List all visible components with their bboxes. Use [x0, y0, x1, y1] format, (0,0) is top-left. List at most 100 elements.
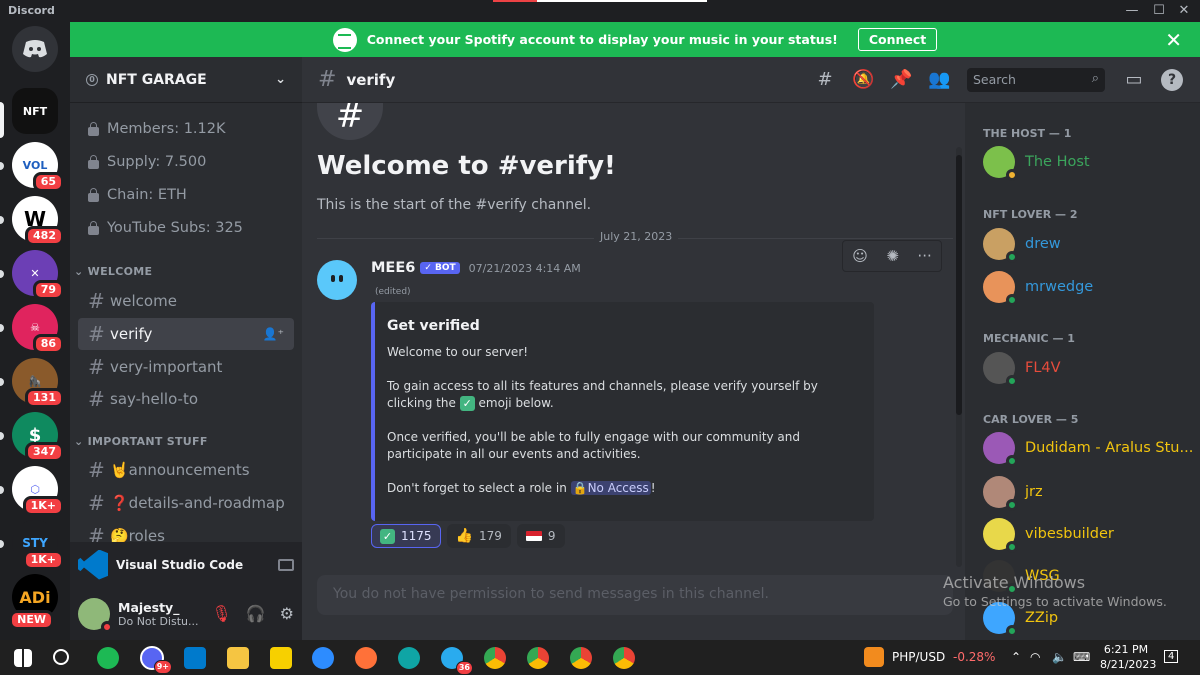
hash-icon: #	[88, 387, 105, 411]
avatar[interactable]	[78, 597, 113, 633]
spotify-icon[interactable]	[97, 647, 119, 669]
avatar[interactable]	[317, 260, 357, 300]
super-reaction-icon[interactable]: ✺	[886, 247, 899, 265]
server-skull[interactable]: ☠ 86	[12, 304, 64, 354]
maximize-icon[interactable]: ☐	[1147, 2, 1171, 20]
firefox-icon[interactable]	[355, 647, 377, 669]
currency-widget-icon[interactable]	[864, 647, 884, 667]
reaction-thumbs-up[interactable]: 👍 179	[446, 524, 511, 548]
chevron-up-icon[interactable]: ⌃	[1011, 650, 1021, 664]
channel-very-important[interactable]: # very-important	[78, 351, 294, 383]
online-status-icon	[1006, 625, 1018, 637]
sticky-notes-icon[interactable]	[270, 647, 292, 669]
server-dollar[interactable]: $347	[12, 412, 64, 462]
server-x[interactable]: ✕ 79	[12, 250, 64, 300]
role-mention[interactable]: 🔒No Access	[570, 481, 651, 495]
chrome-icon[interactable]	[484, 647, 506, 669]
channel-label: welcome	[110, 292, 177, 310]
channel-details-and-roadmap[interactable]: # ❓details-and-roadmap	[78, 487, 294, 519]
server-nft-garage[interactable]: NFT	[12, 88, 58, 134]
threads-icon[interactable]: #	[814, 69, 836, 91]
member-item[interactable]: drew	[983, 228, 1061, 263]
help-icon[interactable]: ?	[1161, 69, 1183, 91]
headphones-icon[interactable]: 🎧	[246, 604, 266, 623]
stat-channel[interactable]: Supply: 7.500	[88, 154, 206, 170]
channel-welcome[interactable]: # welcome	[78, 285, 294, 317]
search-icon[interactable]	[53, 649, 69, 665]
close-icon[interactable]: ✕	[1165, 28, 1182, 52]
more-icon[interactable]: ···	[917, 247, 931, 265]
category-welcome[interactable]: ⌄ WELCOME	[74, 265, 152, 278]
discord-home-icon[interactable]	[12, 26, 58, 72]
scrollbar[interactable]	[956, 147, 962, 567]
member-item[interactable]: The Host	[983, 146, 1090, 181]
channel-announcements[interactable]: # 🤘announcements	[78, 454, 294, 486]
currency-label[interactable]: PHP/USD	[892, 650, 945, 664]
category-important-stuff[interactable]: ⌄ IMPORTANT STUFF	[74, 435, 208, 448]
embed-title: Get verified	[387, 318, 480, 334]
server-w[interactable]: W 482	[12, 196, 64, 246]
member-name: drew	[1025, 236, 1061, 252]
wifi-icon[interactable]: ◠	[1030, 650, 1040, 664]
member-group-title: NFT LOVER — 2	[983, 208, 1078, 221]
server-ape[interactable]: 🦍 131	[12, 358, 64, 408]
connect-button[interactable]: Connect	[857, 28, 938, 51]
category-label: WELCOME	[87, 265, 153, 278]
notifications-icon[interactable]: 4	[1164, 650, 1179, 663]
member-item[interactable]: Dudidam - Aralus Stu...	[983, 432, 1193, 467]
chrome-icon[interactable]	[570, 647, 592, 669]
activity-panel[interactable]: Visual Studio Code	[70, 542, 302, 587]
members-icon[interactable]: 👥	[928, 69, 950, 91]
search-input[interactable]: Search ⌕	[967, 68, 1105, 92]
close-window-icon[interactable]: ✕	[1172, 2, 1196, 20]
discord-taskbar-icon[interactable]: 9+	[140, 646, 172, 674]
stat-channel[interactable]: YouTube Subs: 325	[88, 220, 243, 236]
chrome-icon[interactable]	[613, 647, 635, 669]
notification-bell-icon[interactable]: 🔕	[852, 69, 874, 91]
keyboard-icon[interactable]: ⌨	[1073, 650, 1090, 664]
windows-start-icon[interactable]	[14, 649, 32, 667]
member-item[interactable]: jrz	[983, 476, 1043, 511]
mute-mic-icon[interactable]: 🎙	[211, 604, 231, 623]
chrome-icon[interactable]	[527, 647, 549, 669]
spotify-icon	[332, 27, 357, 52]
server-network[interactable]: ⬡ 1K+	[12, 466, 64, 516]
check-emoji-icon: ✓	[459, 396, 475, 411]
selected-pill	[0, 102, 4, 138]
member-item[interactable]: FL4V	[983, 352, 1061, 387]
member-item[interactable]: mrwedge	[983, 271, 1093, 306]
edge-icon[interactable]	[398, 647, 420, 669]
reaction-flag[interactable]: 9	[516, 524, 565, 548]
hash-icon: #	[88, 355, 105, 379]
member-group-title: MECHANIC — 1	[983, 332, 1075, 345]
clock[interactable]: 6:21 PM 8/21/2023	[1100, 642, 1156, 672]
invite-icon[interactable]: 👤⁺	[263, 327, 284, 341]
reaction-check[interactable]: ✓ 1175	[371, 524, 441, 548]
zoom-icon[interactable]	[312, 647, 334, 669]
pin-icon[interactable]: 📌	[890, 69, 912, 91]
server-header[interactable]: 0 NFT GARAGE ⌄	[70, 57, 302, 103]
hash-icon: #	[88, 289, 105, 313]
add-reaction-icon[interactable]: ☺	[852, 247, 868, 265]
file-explorer-icon[interactable]	[227, 647, 249, 669]
user-panel: Majesty_ Do Not Distu... 🎙 🎧 ⚙	[70, 587, 302, 640]
server-sty[interactable]: STY 1K+	[12, 520, 64, 570]
vscode-taskbar-icon[interactable]	[184, 647, 206, 669]
screen-share-icon[interactable]	[278, 558, 294, 571]
author-name[interactable]: MEE6	[371, 260, 415, 276]
server-volt[interactable]: VOL 65	[12, 142, 64, 192]
volume-icon[interactable]: 🔈	[1052, 650, 1067, 664]
vscode-icon	[78, 549, 108, 580]
minimize-icon[interactable]: —	[1120, 2, 1144, 20]
server-adi[interactable]: ADi NEW	[9, 574, 58, 630]
member-item[interactable]: vibesbuilder	[983, 518, 1114, 553]
message-toolbar: ☺ ✺ ···	[842, 240, 942, 272]
channel-say-hello-to[interactable]: # say-hello-to	[78, 383, 294, 415]
channel-verify[interactable]: # verify 👤⁺	[78, 318, 294, 350]
gear-icon[interactable]: ⚙	[280, 604, 294, 623]
inbox-icon[interactable]: ▭	[1123, 69, 1145, 91]
scroll-thumb[interactable]	[956, 155, 962, 415]
stat-channel[interactable]: Members: 1.12K	[88, 121, 226, 137]
telegram-icon[interactable]: 36	[441, 647, 473, 675]
stat-channel[interactable]: Chain: ETH	[88, 187, 187, 203]
